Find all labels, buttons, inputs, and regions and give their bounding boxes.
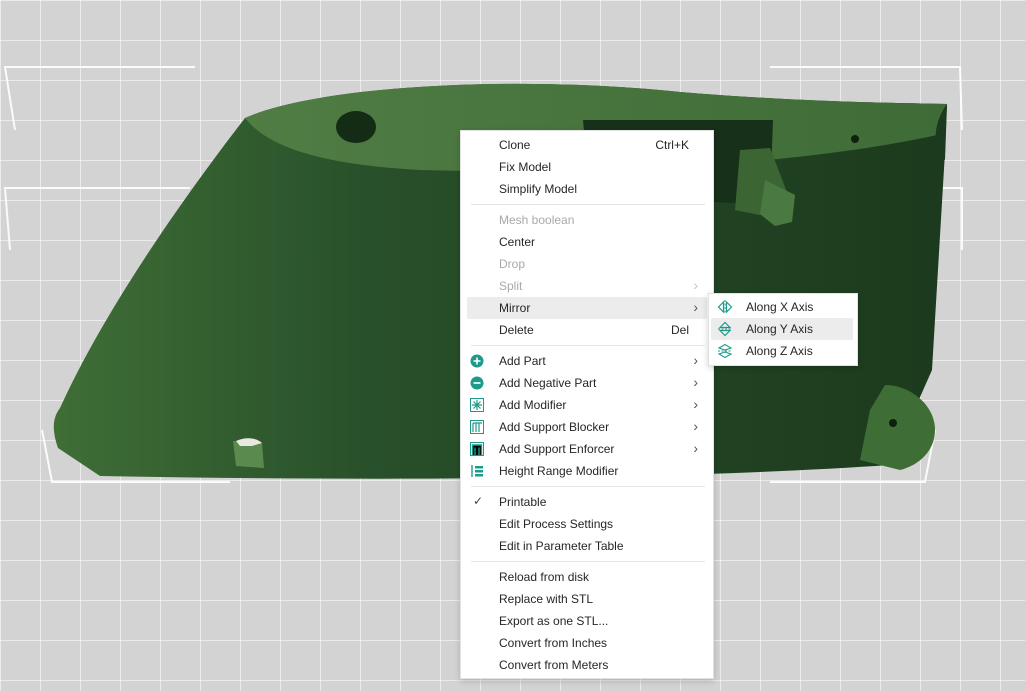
height-range-icon: [471, 465, 483, 477]
menu-item-replace-with-stl[interactable]: Replace with STL: [467, 588, 707, 610]
menu-item-center[interactable]: Center: [467, 231, 707, 253]
chevron-right-icon: ›: [693, 374, 698, 390]
chevron-right-icon: ›: [693, 299, 698, 315]
chevron-right-icon: ›: [693, 418, 698, 434]
menu-item-fix-model[interactable]: Fix Model: [467, 156, 707, 178]
menu-item-printable[interactable]: ✓ Printable: [467, 491, 707, 513]
menu-separator: [471, 561, 705, 562]
menu-item-height-range-modifier[interactable]: Height Range Modifier: [467, 460, 707, 482]
menu-item-convert-from-inches[interactable]: Convert from Inches: [467, 632, 707, 654]
support-enforcer-icon: [470, 442, 484, 456]
menu-item-delete[interactable]: Delete Del: [467, 319, 707, 341]
submenu-item-along-x-axis[interactable]: Along X Axis: [711, 296, 853, 318]
menu-item-add-support-enforcer[interactable]: Add Support Enforcer ›: [467, 438, 707, 460]
checkmark-icon: ✓: [473, 494, 484, 508]
support-blocker-icon: [470, 420, 484, 434]
menu-item-mirror[interactable]: Mirror ›: [467, 297, 707, 319]
mirror-submenu: Along X Axis Along Y Axis Along Z Axis: [708, 293, 858, 366]
menu-item-add-support-blocker[interactable]: Add Support Blocker ›: [467, 416, 707, 438]
menu-item-clone[interactable]: Clone Ctrl+K: [467, 134, 707, 156]
menu-item-split: Split ›: [499, 277, 698, 293]
model-hole: [336, 111, 376, 143]
menu-separator: [471, 486, 705, 487]
menu-item-convert-from-meters[interactable]: Convert from Meters: [467, 654, 707, 676]
mirror-y-icon: [718, 321, 732, 337]
menu-item-add-part[interactable]: Add Part ›: [467, 350, 707, 372]
chevron-right-icon: ›: [693, 352, 698, 368]
chevron-right-icon: ›: [693, 440, 698, 456]
menu-item-edit-in-parameter-table[interactable]: Edit in Parameter Table: [467, 535, 707, 557]
chevron-right-icon: ›: [693, 396, 698, 412]
menu-separator: [471, 345, 705, 346]
menu-item-drop: Drop: [499, 257, 526, 271]
menu-item-add-modifier[interactable]: Add Modifier ›: [467, 394, 707, 416]
mirror-x-icon: [717, 300, 733, 314]
mirror-z-icon: [717, 343, 733, 359]
submenu-item-along-z-axis[interactable]: Along Z Axis: [711, 340, 853, 362]
menu-item-reload-from-disk[interactable]: Reload from disk: [467, 566, 707, 588]
add-negative-part-icon: [470, 376, 484, 390]
add-modifier-icon: [470, 398, 484, 412]
menu-item-simplify-model[interactable]: Simplify Model: [467, 178, 707, 200]
chevron-right-icon: ›: [693, 277, 698, 293]
menu-item-export-as-one-stl[interactable]: Export as one STL...: [467, 610, 707, 632]
menu-item-mesh-boolean: Mesh boolean: [499, 213, 575, 227]
submenu-item-along-y-axis[interactable]: Along Y Axis: [711, 318, 853, 340]
clone-shortcut: Ctrl+K: [655, 138, 689, 152]
add-part-icon: [470, 354, 484, 368]
delete-shortcut: Del: [670, 323, 689, 337]
menu-item-add-negative-part[interactable]: Add Negative Part ›: [467, 372, 707, 394]
object-context-menu: Clone Ctrl+K Fix Model Simplify Model Me…: [460, 130, 714, 679]
menu-item-edit-process-settings[interactable]: Edit Process Settings: [467, 513, 707, 535]
menu-separator: [471, 204, 705, 205]
